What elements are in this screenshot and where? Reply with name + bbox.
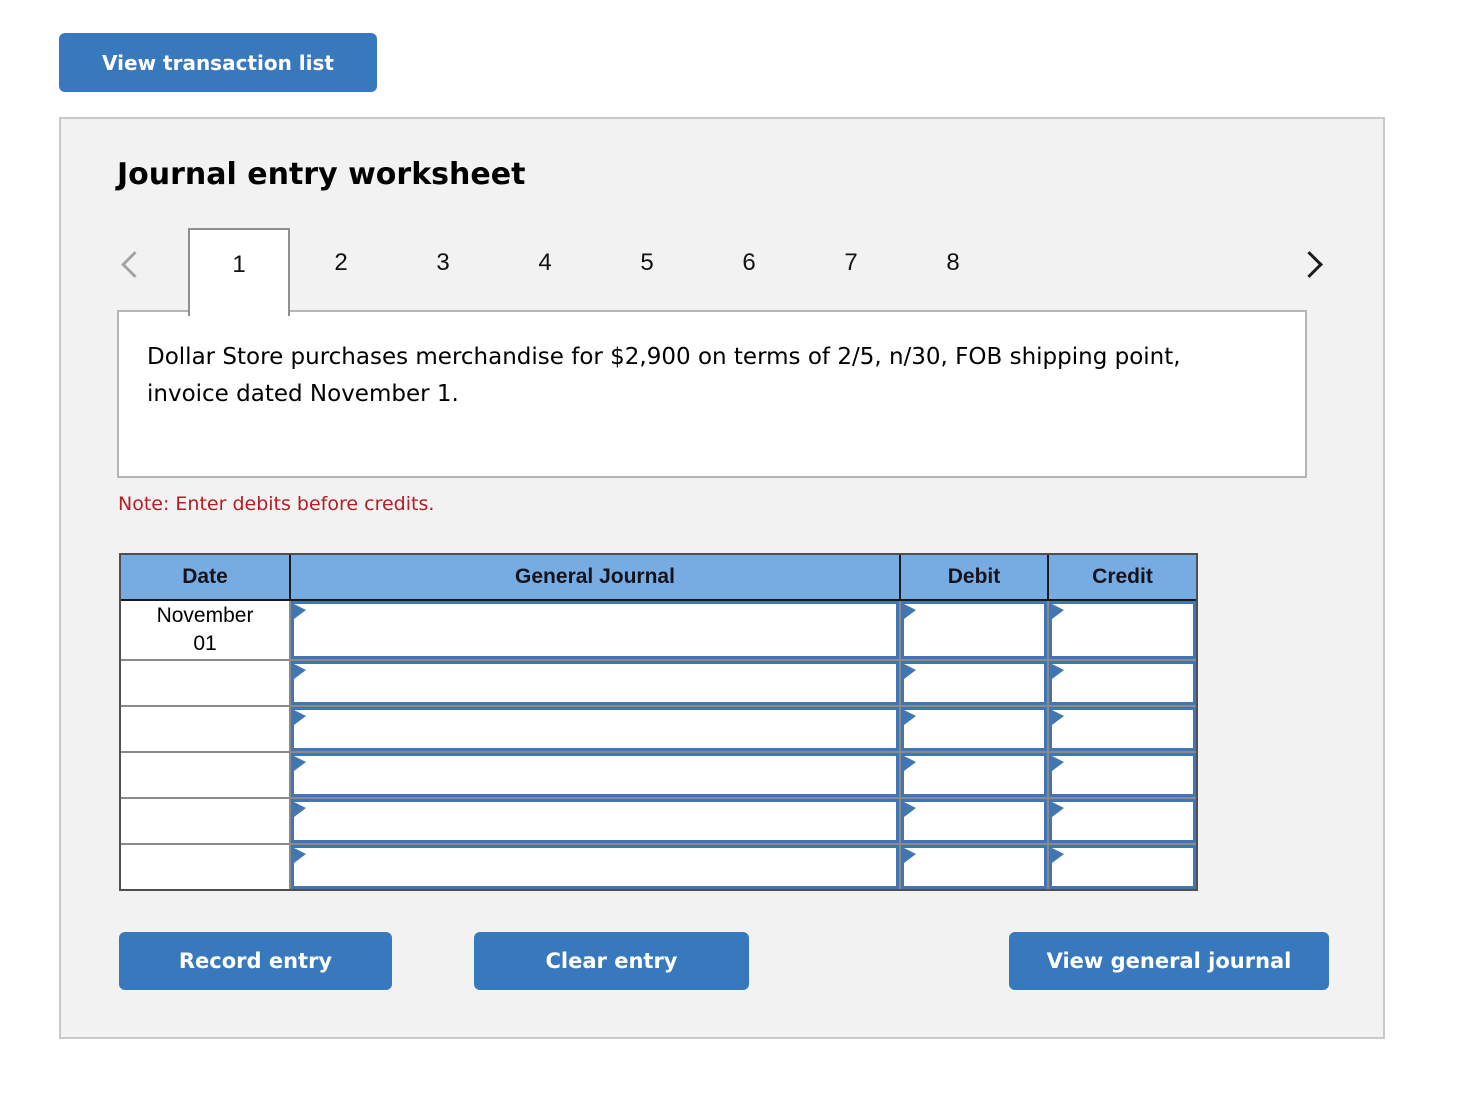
table-row [121, 845, 1196, 889]
table-row [121, 799, 1196, 843]
cell-flag-icon [294, 604, 306, 619]
account-title-input[interactable] [291, 661, 899, 705]
date-cell [121, 753, 289, 797]
column-header: Credit [1049, 555, 1196, 599]
column-header: Date [121, 555, 289, 599]
cell-flag-icon [1052, 756, 1064, 771]
debit-input[interactable] [901, 661, 1047, 705]
chevron-right-icon[interactable] [1296, 251, 1323, 278]
table-row: November 01 [121, 601, 1196, 659]
cell-flag-icon [904, 848, 916, 863]
cell-flag-icon [904, 710, 916, 725]
tab-1[interactable]: 1 [188, 228, 290, 316]
view-general-journal-button[interactable]: View general journal [1009, 932, 1329, 990]
cell-flag-icon [1052, 848, 1064, 863]
cell-flag-icon [1052, 604, 1064, 619]
account-title-input[interactable] [291, 601, 899, 659]
tab-8[interactable]: 8 [902, 228, 1004, 310]
tab-5[interactable]: 5 [596, 228, 698, 310]
column-header: General Journal [291, 555, 899, 599]
cell-flag-icon [294, 710, 306, 725]
tab-7[interactable]: 7 [800, 228, 902, 310]
table-row [121, 707, 1196, 751]
account-title-input[interactable] [291, 799, 899, 843]
table-row [121, 661, 1196, 705]
note-text: Note: Enter debits before credits. [118, 493, 435, 515]
account-title-input[interactable] [291, 753, 899, 797]
account-title-input[interactable] [291, 707, 899, 751]
cell-flag-icon [1052, 664, 1064, 679]
cell-flag-icon [294, 802, 306, 817]
debit-input[interactable] [901, 707, 1047, 751]
credit-input[interactable] [1049, 799, 1196, 843]
credit-input[interactable] [1049, 753, 1196, 797]
journal-table: Date General Journal Debit Credit November … [119, 553, 1198, 891]
record-entry-button[interactable]: Record entry [119, 932, 392, 990]
tab-6[interactable]: 6 [698, 228, 800, 310]
account-title-input[interactable] [291, 845, 899, 889]
debit-input[interactable] [901, 845, 1047, 889]
cell-flag-icon [904, 664, 916, 679]
journal-table-header: Date General Journal Debit Credit [121, 555, 1196, 601]
clear-entry-button[interactable]: Clear entry [474, 932, 749, 990]
table-row [121, 753, 1196, 797]
page: { "toolbar": { "view_transaction_list_la… [0, 0, 1482, 1096]
worksheet-panel: Journal entry worksheet 12345678 Dollar … [59, 117, 1385, 1039]
view-transaction-list-button[interactable]: View transaction list [59, 33, 377, 92]
date-cell [121, 707, 289, 751]
transaction-description: Dollar Store purchases merchandise for $… [147, 344, 1181, 407]
date-cell [121, 799, 289, 843]
cell-flag-icon [294, 848, 306, 863]
cell-flag-icon [1052, 802, 1064, 817]
cell-flag-icon [904, 604, 916, 619]
cell-flag-icon [904, 802, 916, 817]
tab-3[interactable]: 3 [392, 228, 494, 310]
debit-input[interactable] [901, 753, 1047, 797]
tab-2[interactable]: 2 [290, 228, 392, 310]
tab-list: 12345678 [188, 228, 1004, 316]
tab-strip: 12345678 [117, 228, 1327, 316]
chevron-left-icon[interactable] [121, 251, 148, 278]
journal-table-body: November 01 [121, 601, 1196, 889]
page-title: Journal entry worksheet [117, 157, 526, 192]
credit-input[interactable] [1049, 661, 1196, 705]
debit-input[interactable] [901, 601, 1047, 659]
cell-flag-icon [904, 756, 916, 771]
date-cell: November 01 [121, 601, 289, 659]
cell-flag-icon [294, 664, 306, 679]
credit-input[interactable] [1049, 601, 1196, 659]
date-cell [121, 661, 289, 705]
column-header: Debit [901, 555, 1047, 599]
credit-input[interactable] [1049, 845, 1196, 889]
debit-input[interactable] [901, 799, 1047, 843]
cell-flag-icon [294, 756, 306, 771]
tab-4[interactable]: 4 [494, 228, 596, 310]
date-cell [121, 845, 289, 889]
cell-flag-icon [1052, 710, 1064, 725]
transaction-description-box: Dollar Store purchases merchandise for $… [117, 310, 1307, 478]
credit-input[interactable] [1049, 707, 1196, 751]
